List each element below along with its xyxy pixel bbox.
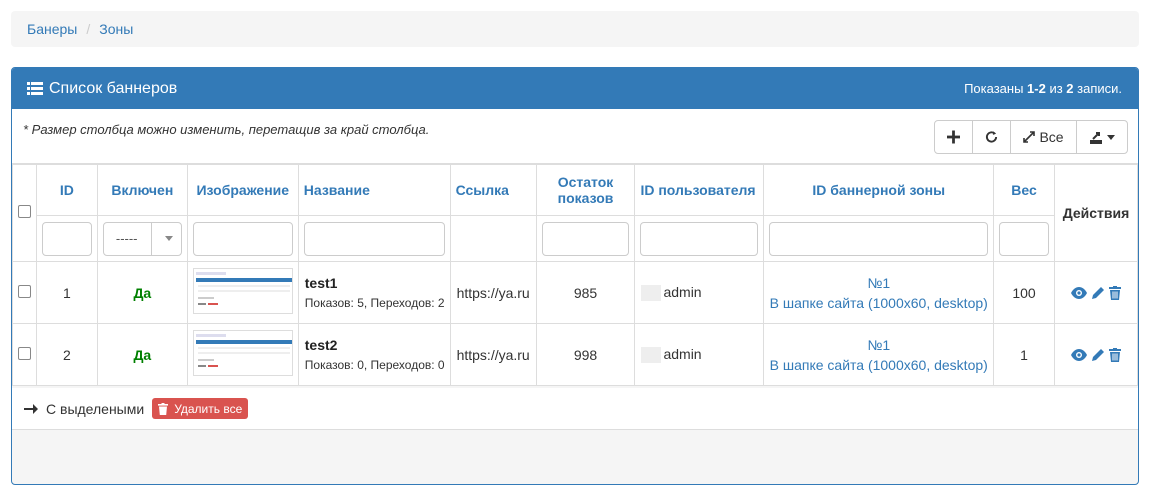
breadcrumb-item-zones[interactable]: Зоны (99, 21, 133, 37)
bulk-actions-row: С выделеными Удалить все (12, 388, 1138, 430)
column-header-link[interactable]: Ссылка (449, 164, 537, 216)
column-header-id[interactable]: ID (35, 164, 98, 216)
row-user: admin (663, 345, 702, 362)
row-remaining: 998 (535, 323, 636, 386)
table-header-row: ID Включен Изображение Название Ссылка О… (12, 164, 1138, 262)
with-selected-label: С выделеными (46, 400, 145, 417)
row-remaining: 985 (535, 261, 636, 324)
row-stats: Показов: 5, Переходов: 2 (304, 296, 445, 310)
export-dropdown-button[interactable] (1077, 121, 1127, 153)
edit-pencil-icon[interactable] (1091, 286, 1105, 300)
row-zone-name-link[interactable]: В шапке сайта (1000x60, desktop) (764, 293, 993, 313)
arrow-right-icon (24, 403, 38, 414)
breadcrumb: Банеры / Зоны (11, 11, 1139, 47)
expand-icon (1023, 131, 1036, 143)
column-header-actions: Действия (1053, 164, 1138, 262)
filter-link-empty (449, 215, 537, 262)
row-name: test2 (304, 337, 338, 353)
filter-remaining-input[interactable] (541, 221, 630, 256)
row-checkbox[interactable] (17, 284, 31, 298)
row-enabled: Да (133, 284, 152, 301)
row-weight: 1 (993, 323, 1055, 386)
breadcrumb-item-banners[interactable]: Банеры (27, 21, 77, 37)
delete-all-button[interactable]: Удалить все (152, 398, 249, 419)
trash-icon (158, 402, 169, 415)
summary-text: Показаны 1-2 из 2 записи. (964, 81, 1122, 96)
row-link: https://ya.ru (449, 261, 537, 324)
column-header-enabled[interactable]: Включен (96, 164, 188, 216)
row-name: test1 (304, 275, 338, 291)
filter-enabled-value: ----- (115, 231, 138, 246)
row-zone-number-link[interactable]: №1 (764, 273, 993, 293)
edit-pencil-icon[interactable] (1091, 348, 1105, 362)
panel-title-text: Список баннеров (49, 79, 178, 97)
view-eye-icon[interactable] (1070, 286, 1087, 299)
banners-panel: Список баннеров Показаны 1-2 из 2 записи… (11, 67, 1139, 485)
select-all-checkbox[interactable] (17, 205, 31, 218)
filter-id-input[interactable] (41, 221, 92, 256)
column-header-user-id[interactable]: ID пользователя (634, 164, 765, 216)
table-row: 2 Да test2 Показов: 0, Переходов: 0 https… (12, 323, 1138, 386)
filter-enabled-select[interactable]: ----- (102, 221, 182, 256)
delete-all-label: Удалить все (174, 401, 243, 416)
list-icon (27, 82, 43, 95)
plus-icon (947, 130, 960, 144)
add-button[interactable] (935, 121, 973, 153)
refresh-icon (985, 131, 998, 143)
filter-row: ----- (13, 215, 1138, 262)
select-caret-icon (164, 236, 173, 241)
row-id: 1 (35, 261, 98, 324)
row-zone-name-link[interactable]: В шапке сайта (1000x60, desktop) (764, 355, 993, 375)
filter-weight-input[interactable] (999, 221, 1049, 256)
export-icon (1090, 131, 1102, 144)
filter-image-input[interactable] (192, 221, 293, 256)
row-actions (1055, 285, 1137, 300)
row-id: 2 (35, 323, 98, 386)
view-eye-icon[interactable] (1070, 348, 1087, 361)
column-header-image[interactable]: Изображение (186, 164, 299, 216)
table-row: 1 Да test1 Показов: 5, Переходов: 2 https… (12, 261, 1138, 324)
banner-thumbnail[interactable] (192, 330, 293, 376)
banners-table: ID Включен Изображение Название Ссылка О… (12, 164, 1138, 386)
column-header-zone-id[interactable]: ID баннерной зоны (763, 164, 995, 216)
column-header-remaining[interactable]: Остаток показов (535, 164, 636, 216)
delete-trash-icon[interactable] (1108, 285, 1121, 300)
resize-note: * Размер столбца можно изменить, перетащ… (23, 122, 430, 137)
user-avatar-mask (641, 285, 662, 302)
refresh-button[interactable] (973, 121, 1011, 153)
user-avatar-mask (641, 347, 662, 364)
delete-trash-icon[interactable] (1108, 347, 1121, 362)
row-enabled: Да (133, 346, 152, 363)
row-actions (1055, 347, 1137, 362)
row-weight: 100 (993, 261, 1055, 324)
breadcrumb-separator: / (86, 21, 91, 37)
filter-zone-input[interactable] (769, 221, 989, 256)
toolbar-row: * Размер столбца можно изменить, перетащ… (12, 109, 1138, 164)
column-header-weight[interactable]: Вес (993, 164, 1055, 216)
row-checkbox[interactable] (17, 346, 31, 360)
panel-title: Список баннеров (27, 80, 177, 98)
row-link: https://ya.ru (449, 323, 537, 386)
show-all-label: Все (1039, 129, 1064, 145)
row-zone-number-link[interactable]: №1 (764, 335, 993, 355)
filter-name-input[interactable] (303, 221, 445, 256)
panel-heading: Список баннеров Показаны 1-2 из 2 записи… (12, 68, 1138, 109)
column-header-name[interactable]: Название (297, 164, 451, 216)
banner-thumbnail[interactable] (192, 268, 293, 314)
caret-down-icon (1107, 134, 1115, 140)
row-user: admin (663, 283, 702, 300)
filter-user-input[interactable] (640, 221, 759, 256)
select-all-cell (12, 164, 37, 262)
toolbar-button-group: Все (934, 120, 1128, 154)
row-stats: Показов: 0, Переходов: 0 (304, 358, 445, 372)
show-all-button[interactable]: Все (1011, 121, 1077, 153)
